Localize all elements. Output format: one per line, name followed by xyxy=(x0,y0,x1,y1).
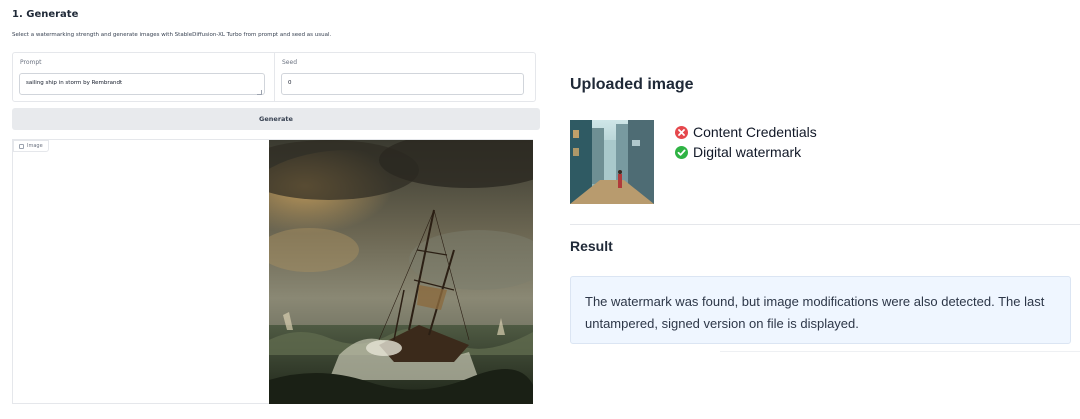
prompt-label: Prompt xyxy=(20,59,42,66)
x-circle-icon xyxy=(675,125,688,139)
generate-button[interactable]: Generate xyxy=(12,108,540,130)
section-title: 1. Generate xyxy=(12,9,79,20)
section-description: Select a watermarking strength and gener… xyxy=(12,32,332,38)
prompt-field: Prompt sailing ship in storm by Rembrand… xyxy=(13,53,275,101)
uploaded-image-title: Uploaded image xyxy=(570,76,694,93)
result-message: The watermark was found, but image modif… xyxy=(570,276,1071,344)
uploaded-image-thumbnail xyxy=(570,120,654,204)
generate-panel: 1. Generate Select a watermarking streng… xyxy=(0,0,545,419)
image-tag-label: Image xyxy=(27,142,43,149)
generated-image[interactable] xyxy=(269,140,533,404)
verification-checks: Content Credentials Digital watermark xyxy=(675,122,817,162)
section-divider xyxy=(570,224,1080,225)
check-label: Content Credentials xyxy=(693,124,817,140)
seed-input[interactable]: 0 xyxy=(281,73,524,95)
seed-label: Seed xyxy=(282,59,297,66)
image-icon xyxy=(19,143,24,149)
check-circle-icon xyxy=(675,145,688,159)
check-content-credentials: Content Credentials xyxy=(675,122,817,142)
image-output-panel: Image xyxy=(12,139,533,404)
image-tag: Image xyxy=(13,140,49,152)
verification-panel: Uploaded image Content Credentials Digit… xyxy=(545,0,1080,419)
prompt-input[interactable]: sailing ship in storm by Rembrandt xyxy=(19,73,265,95)
resize-handle-icon[interactable] xyxy=(257,90,262,95)
check-label: Digital watermark xyxy=(693,144,802,160)
bottom-divider xyxy=(720,351,1080,352)
inputs-row: Prompt sailing ship in storm by Rembrand… xyxy=(12,52,536,102)
result-title: Result xyxy=(570,238,613,254)
check-digital-watermark: Digital watermark xyxy=(675,142,817,162)
seed-field: Seed 0 xyxy=(275,53,535,101)
